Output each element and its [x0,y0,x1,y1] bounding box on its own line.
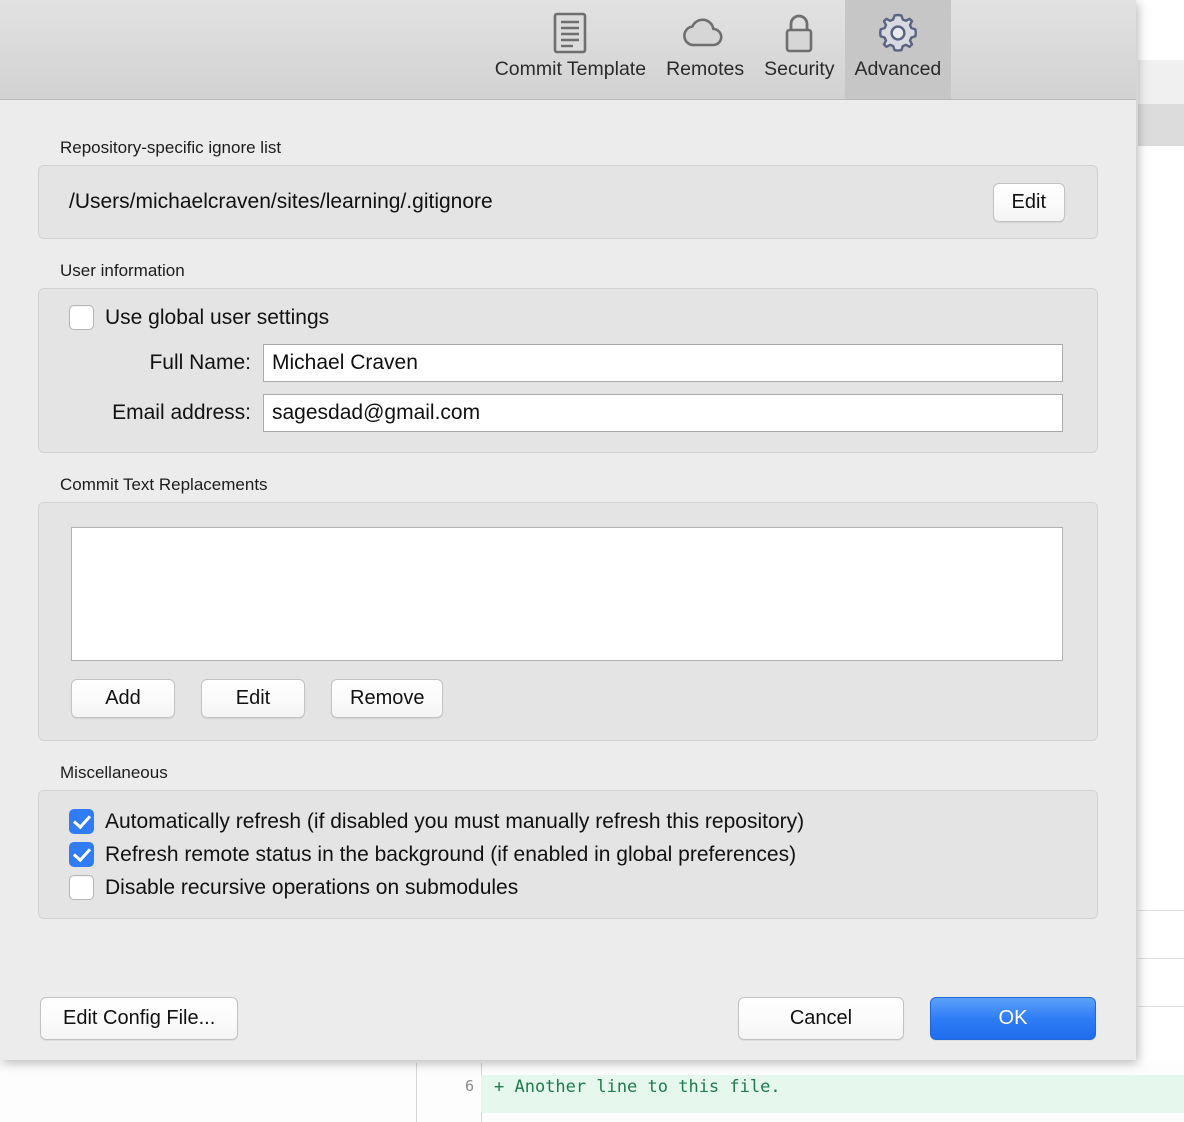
tab-label: Commit Template [494,58,647,80]
commit-text-replacements-list[interactable] [71,527,1063,661]
disable-recursive-submodules-row[interactable]: Disable recursive operations on submodul… [69,875,1067,900]
lock-icon [779,8,819,58]
tab-label: Advanced [854,58,942,80]
cancel-button[interactable]: Cancel [738,996,904,1040]
refresh-remote-status-checkbox[interactable] [69,842,94,867]
email-field[interactable] [263,394,1063,432]
tab-security[interactable]: Security [754,0,844,99]
user-information-group-label: User information [60,261,185,280]
user-information-group: Use global user settings Full Name: Emai… [38,288,1098,453]
commit-text-replacements-group-label: Commit Text Replacements [60,475,268,494]
ignore-list-path: /Users/michaelcraven/sites/learning/.git… [69,190,493,213]
use-global-user-settings-checkbox[interactable] [69,305,94,330]
auto-refresh-checkbox[interactable] [69,809,94,834]
settings-content: Repository-specific ignore list /Users/m… [0,100,1136,919]
edit-ignore-list-button[interactable]: Edit [992,182,1065,222]
repository-settings-dialog: Commit Template Remotes Security Advance… [0,0,1136,1060]
gear-icon [875,8,921,58]
auto-refresh-label: Automatically refresh (if disabled you m… [105,809,805,833]
refresh-remote-status-label: Refresh remote status in the background … [105,842,797,866]
background-diff-view: 6 + Another line to this file. [0,1063,1184,1122]
email-input[interactable] [272,401,1054,425]
email-label: Email address: [112,401,251,424]
disable-recursive-submodules-label: Disable recursive operations on submodul… [105,875,519,899]
background-strip [1138,60,1184,104]
full-name-input[interactable] [272,351,1054,375]
tab-label: Security [764,58,835,80]
ok-button[interactable]: OK [930,996,1096,1040]
background-strip [1138,104,1184,146]
tab-remotes[interactable]: Remotes [656,0,754,99]
miscellaneous-group-label: Miscellaneous [60,763,168,782]
edit-config-file-button[interactable]: Edit Config File... [40,996,239,1040]
cloud-icon [681,8,729,58]
tab-label: Remotes [666,58,745,80]
full-name-label: Full Name: [149,351,251,374]
tab-advanced[interactable]: Advanced [844,0,952,99]
settings-toolbar: Commit Template Remotes Security Advance… [0,0,1136,100]
commit-text-replacements-group: Add Edit Remove [38,502,1098,741]
dialog-footer: Edit Config File... Cancel OK [0,976,1136,1060]
background-separator [1138,958,1184,959]
background-separator [1138,1006,1184,1007]
diff-line-number: 6 [464,1077,474,1095]
refresh-remote-status-row[interactable]: Refresh remote status in the background … [69,842,1067,867]
ignore-list-group-label: Repository-specific ignore list [60,138,282,157]
email-row: Email address: [69,394,1063,432]
use-global-user-settings-row[interactable]: Use global user settings [69,305,1063,330]
full-name-row: Full Name: [69,344,1063,382]
commit-text-replacements-buttons: Add Edit Remove [71,679,1063,718]
disable-recursive-submodules-checkbox[interactable] [69,875,94,900]
tab-commit-template[interactable]: Commit Template [485,0,656,99]
full-name-field[interactable] [263,344,1063,382]
background-separator [1138,910,1184,911]
miscellaneous-group: Automatically refresh (if disabled you m… [38,790,1098,919]
remove-replacement-button[interactable]: Remove [331,679,444,718]
use-global-user-settings-label: Use global user settings [105,305,330,329]
ignore-list-group: /Users/michaelcraven/sites/learning/.git… [38,165,1098,239]
edit-replacement-button[interactable]: Edit [201,679,305,718]
auto-refresh-row[interactable]: Automatically refresh (if disabled you m… [69,809,1067,834]
add-replacement-button[interactable]: Add [71,679,175,718]
diff-line-text: + Another line to this file. [494,1077,781,1097]
document-icon [549,8,591,58]
